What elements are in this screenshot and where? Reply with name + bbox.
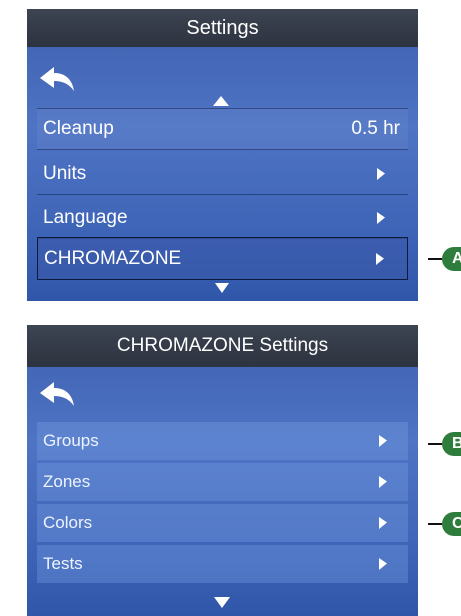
row-label: Cleanup [43, 118, 114, 139]
row-label: Units [43, 162, 87, 184]
settings-row-cleanup[interactable]: Cleanup 0.5 hr [37, 108, 408, 150]
callout-a: A [428, 247, 461, 271]
row-label: Groups [43, 431, 99, 450]
screen-title: Settings [27, 9, 418, 47]
callout-line [428, 523, 442, 525]
settings-row-tests[interactable]: Tests [37, 545, 408, 583]
settings-row-chromazone[interactable]: CHROMAZONE [37, 237, 408, 280]
callout-line [428, 258, 442, 260]
settings-row-colors[interactable]: Colors [37, 504, 408, 542]
scroll-down-icon[interactable] [215, 283, 229, 293]
settings-row-groups[interactable]: Groups [37, 422, 408, 460]
scroll-down-icon[interactable] [214, 597, 230, 608]
screen-title: CHROMAZONE Settings [27, 325, 418, 367]
back-arrow-icon[interactable] [38, 380, 76, 410]
back-arrow-icon[interactable] [38, 65, 76, 95]
row-label: Colors [43, 513, 93, 532]
row-label: CHROMAZONE [44, 247, 182, 269]
row-value: 0.5 hr [351, 118, 400, 139]
chromazone-settings-screen: CHROMAZONE Settings Groups Zones Colors … [27, 325, 418, 616]
row-label: Tests [43, 554, 83, 573]
chevron-right-icon [379, 435, 387, 447]
callout-badge: B [442, 432, 461, 456]
callout-badge: A [442, 247, 461, 271]
callout-line [428, 443, 442, 445]
chevron-right-icon [379, 517, 387, 529]
settings-row-units[interactable]: Units [37, 153, 408, 195]
settings-screen: Settings Cleanup 0.5 hr Units Language C… [27, 9, 418, 301]
callout-badge: C [442, 512, 461, 536]
chevron-right-icon [379, 558, 387, 570]
row-label: Zones [43, 472, 91, 491]
callout-b: B [428, 432, 461, 456]
chevron-right-icon [377, 211, 385, 224]
callout-c: C [428, 512, 461, 536]
chevron-right-icon [376, 252, 384, 265]
chevron-right-icon [377, 167, 385, 180]
settings-row-language[interactable]: Language [37, 197, 408, 239]
chevron-right-icon [379, 476, 387, 488]
settings-row-zones[interactable]: Zones [37, 463, 408, 501]
row-label: Language [43, 206, 128, 228]
scroll-up-icon[interactable] [213, 96, 229, 106]
